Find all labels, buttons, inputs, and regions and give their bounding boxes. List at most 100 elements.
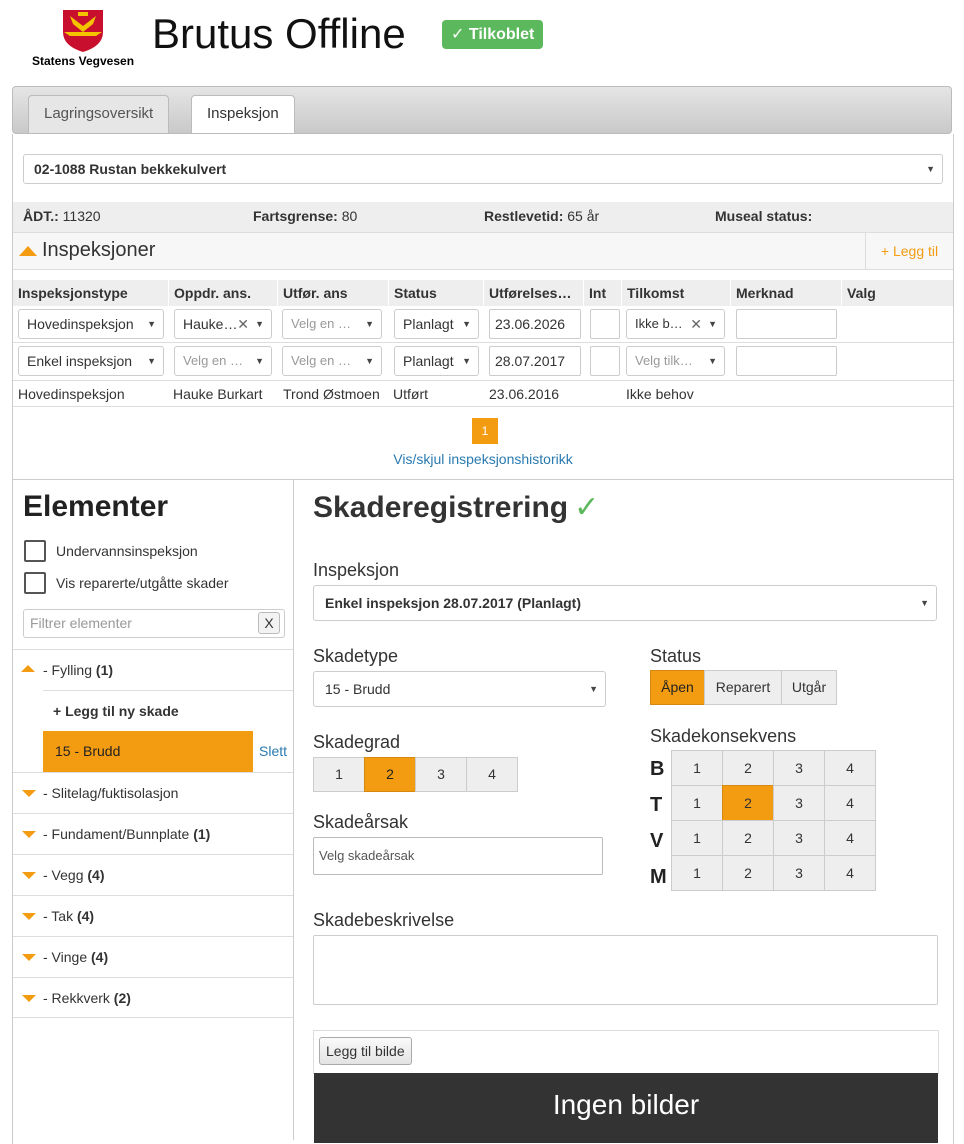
cell-status: Utført	[393, 386, 428, 402]
tab-lagringsoversikt[interactable]: Lagringsoversikt	[28, 95, 170, 133]
element-item-slitelag[interactable]: - Slitelag/fuktisolasjon	[13, 772, 293, 813]
skadegrad-2-button[interactable]: 2	[364, 757, 416, 792]
date-input[interactable]: 23.06.2026	[489, 309, 581, 339]
inspeksjoner-header[interactable]: Inspeksjoner + Legg til	[13, 232, 953, 270]
add-inspection-button[interactable]: + Legg til	[865, 233, 953, 269]
undervann-checkbox[interactable]	[24, 540, 46, 562]
element-item-fundament[interactable]: - Fundament/Bunnplate (1)	[13, 813, 293, 854]
add-skade-button[interactable]: + Legg til ny skade	[43, 690, 293, 731]
konsekvens-cell[interactable]: 4	[824, 820, 876, 856]
element-item-tak[interactable]: - Tak (4)	[13, 895, 293, 936]
check-icon: ✓	[574, 491, 600, 524]
element-item-fylling[interactable]: - Fylling (1)	[13, 649, 293, 690]
chevron-down-icon: ▼	[920, 598, 929, 608]
konsekvens-cell[interactable]: 3	[773, 750, 825, 786]
col-header[interactable]: Oppdr. ans.	[169, 280, 278, 306]
konsekvens-row-v: 1234	[671, 820, 876, 856]
select-value: Hauke…	[183, 316, 238, 332]
konsekvens-row-label: B	[650, 758, 665, 780]
filter-clear-button[interactable]: X	[258, 612, 280, 634]
element-count: (4)	[91, 949, 109, 965]
status-select[interactable]: Planlagt ▼	[394, 309, 479, 339]
konsekvens-row-label: M	[650, 866, 667, 888]
skadegrad-1-button[interactable]: 1	[313, 757, 365, 792]
pagination-page-1[interactable]: 1	[472, 418, 498, 444]
tilkomst-select[interactable]: Ikke b… ✕ ▼	[626, 309, 725, 339]
col-header[interactable]: Status	[389, 280, 484, 306]
col-header[interactable]: Tilkomst	[622, 280, 731, 306]
konsekvens-cell[interactable]: 4	[824, 855, 876, 891]
expand-down-icon	[22, 995, 36, 1002]
slett-link[interactable]: Slett	[259, 731, 287, 771]
oppdr-ans-select[interactable]: Velg en … ▼	[174, 346, 272, 376]
reparerte-label: Vis reparerte/utgåtte skader	[56, 575, 229, 591]
konsekvens-cell[interactable]: 1	[671, 820, 723, 856]
merknad-input[interactable]	[736, 309, 837, 339]
skadebeskrivelse-textarea[interactable]	[313, 935, 938, 1005]
konsekvens-cell[interactable]: 1	[671, 855, 723, 891]
element-item-vinge[interactable]: - Vinge (4)	[13, 936, 293, 977]
int-input[interactable]	[590, 346, 620, 376]
collapse-up-icon	[19, 246, 37, 256]
konsekvens-cell[interactable]: 3	[773, 855, 825, 891]
konsekvens-cell[interactable]: 1	[671, 750, 723, 786]
inspection-table-header: Inspeksjonstype Oppdr. ans. Utfør. ans S…	[13, 280, 953, 306]
restlevetid-label: Restlevetid:	[484, 208, 564, 224]
element-item-rekkverk[interactable]: - Rekkverk (2)	[13, 977, 293, 1018]
element-item-vegg[interactable]: - Vegg (4)	[13, 854, 293, 895]
cell-date: 23.06.2016	[489, 386, 560, 402]
clear-icon[interactable]: ✕	[237, 310, 249, 338]
inspection-type-select[interactable]: Enkel inspeksjon ▼	[18, 346, 164, 376]
utfor-ans-select[interactable]: Velg en … ▼	[282, 346, 382, 376]
filter-input[interactable]: Filtrer elementer	[23, 609, 285, 638]
konsekvens-cell[interactable]: 2	[722, 855, 774, 891]
structure-select-value: 02-1088 Rustan bekkekulvert	[34, 161, 227, 177]
skadegrad-4-button[interactable]: 4	[466, 757, 518, 792]
konsekvens-cell[interactable]: 3	[773, 785, 825, 821]
tilkomst-select[interactable]: Velg tilk… ▼	[626, 346, 725, 376]
col-header[interactable]: Merknad	[731, 280, 842, 306]
clear-icon[interactable]: ✕	[690, 310, 702, 338]
status-reparert-button[interactable]: Reparert	[704, 670, 782, 705]
status-apen-button[interactable]: Åpen	[650, 670, 705, 705]
konsekvens-cell[interactable]: 1	[671, 785, 723, 821]
merknad-input[interactable]	[736, 346, 837, 376]
konsekvens-row-b: 1234	[671, 750, 876, 786]
skade-row: 15 - Brudd Slett	[13, 731, 293, 772]
inspection-type-select[interactable]: Hovedinspeksjon ▼	[18, 309, 164, 339]
history-toggle-link[interactable]: Vis/skjul inspeksjonshistorikk	[13, 451, 953, 467]
int-input[interactable]	[590, 309, 620, 339]
tab-inspeksjon[interactable]: Inspeksjon	[191, 95, 295, 133]
utfor-ans-select[interactable]: Velg en … ▼	[282, 309, 382, 339]
status-label: Status	[650, 646, 702, 666]
skaderegistrering-title: Skaderegistrering ✓	[313, 490, 599, 525]
expand-down-icon	[22, 872, 36, 879]
col-header[interactable]: Valg	[842, 280, 953, 306]
konsekvens-cell[interactable]: 4	[824, 750, 876, 786]
konsekvens-cell-selected[interactable]: 2	[722, 785, 774, 821]
skadetype-select[interactable]: 15 - Brudd ▼	[313, 671, 606, 707]
col-header[interactable]: Int	[584, 280, 622, 306]
col-header[interactable]: Inspeksjonstype	[13, 280, 169, 306]
element-name: - Rekkverk	[43, 990, 110, 1006]
status-utgar-button[interactable]: Utgår	[781, 670, 837, 705]
skade-item[interactable]: 15 - Brudd	[43, 731, 253, 772]
structure-select[interactable]: 02-1088 Rustan bekkekulvert ▼	[23, 154, 943, 184]
add-image-button[interactable]: Legg til bilde	[319, 1037, 412, 1065]
skadegrad-3-button[interactable]: 3	[415, 757, 467, 792]
konsekvens-cell[interactable]: 2	[722, 820, 774, 856]
konsekvens-cell[interactable]: 3	[773, 820, 825, 856]
col-header[interactable]: Utførelses…	[484, 280, 584, 306]
konsekvens-cell[interactable]: 2	[722, 750, 774, 786]
oppdr-ans-select[interactable]: Hauke… ✕ ▼	[174, 309, 272, 339]
skade-inspeksjon-select[interactable]: Enkel inspeksjon 28.07.2017 (Planlagt) ▼	[313, 585, 937, 621]
skadearsak-label: Skadeårsak	[313, 812, 409, 832]
date-input[interactable]: 28.07.2017	[489, 346, 581, 376]
konsekvens-cell[interactable]: 4	[824, 785, 876, 821]
skadearsak-select[interactable]: Velg skadeårsak	[313, 837, 603, 875]
chevron-down-icon: ▼	[462, 319, 471, 329]
reparerte-checkbox[interactable]	[24, 572, 46, 594]
select-value: Hovedinspeksjon	[27, 316, 134, 332]
status-select[interactable]: Planlagt ▼	[394, 346, 479, 376]
col-header[interactable]: Utfør. ans	[278, 280, 389, 306]
